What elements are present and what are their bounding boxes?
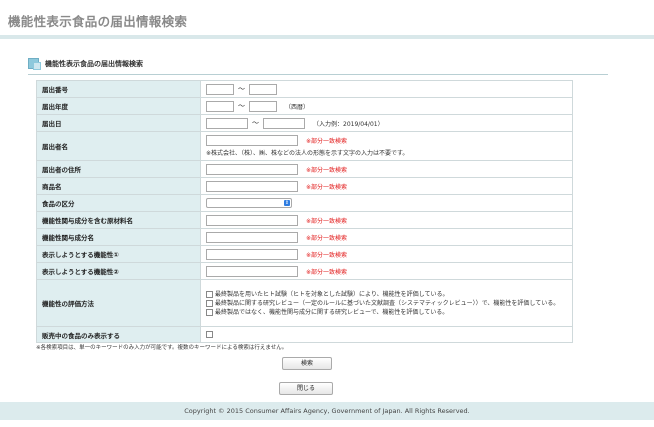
label-notification-date: 届出日 bbox=[36, 114, 201, 132]
range-tilde: 〜 bbox=[238, 85, 245, 93]
notifier-name-input[interactable] bbox=[206, 135, 298, 146]
label-ingredient-raw-material: 機能性関与成分を含む原材料名 bbox=[36, 211, 201, 229]
notifier-name-hint: ※株式会社、（株）、㈱、株などの法人の形態を示す文字の入力は不要です。 bbox=[206, 150, 409, 157]
partial-match-note: ※部分一致検索 bbox=[306, 217, 348, 225]
footer-copyright: Copyright © 2015 Consumer Affairs Agency… bbox=[0, 402, 654, 420]
notification-date-from-input[interactable] bbox=[206, 117, 248, 129]
section-heading-icon bbox=[28, 58, 41, 70]
row-functional-ingredient: 機能性関与成分名 ※部分一致検索 bbox=[36, 228, 573, 246]
search-button[interactable]: 検索 bbox=[282, 357, 332, 370]
row-product-name: 商品名 ※部分一致検索 bbox=[36, 177, 573, 195]
select-arrow-icon: ⇕ bbox=[284, 200, 290, 206]
title-divider bbox=[0, 35, 654, 39]
notification-year-from-input[interactable] bbox=[206, 100, 234, 112]
row-food-category: 食品の区分 ⇕ bbox=[36, 194, 573, 212]
label-evaluation-method: 機能性の評価方法 bbox=[36, 279, 201, 327]
row-notification-year: 届出年度 〜 （西暦） bbox=[36, 97, 573, 115]
year-note: （西暦） bbox=[285, 103, 310, 111]
partial-match-note: ※部分一致検索 bbox=[306, 234, 348, 242]
row-claimed-function-1: 表示しようとする機能性① ※部分一致検索 bbox=[36, 245, 573, 263]
notifier-address-input[interactable] bbox=[206, 163, 298, 175]
evaluation-checkbox-3[interactable] bbox=[206, 308, 213, 316]
row-on-sale-only: 販売中の食品のみ表示する bbox=[36, 326, 573, 343]
notification-number-from-input[interactable] bbox=[206, 83, 234, 95]
evaluation-checkbox-1[interactable] bbox=[206, 290, 213, 298]
label-functional-ingredient: 機能性関与成分名 bbox=[36, 228, 201, 246]
partial-match-note: ※部分一致検索 bbox=[306, 183, 348, 191]
section-title: 機能性表示食品の届出情報検索 bbox=[45, 60, 143, 68]
row-notifier-name: 届出者名 ※部分一致検索 ※株式会社、（株）、㈱、株などの法人の形態を示す文字の… bbox=[36, 131, 573, 161]
claimed-function-2-input[interactable] bbox=[206, 265, 298, 277]
on-sale-only-checkbox[interactable] bbox=[206, 331, 213, 338]
label-notifier-name: 届出者名 bbox=[36, 131, 201, 161]
row-evaluation-method: 機能性の評価方法 最終製品を用いたヒト試験（ヒトを対象とした試験）により、機能性… bbox=[36, 279, 573, 327]
row-ingredient-raw-material: 機能性関与成分を含む原材料名 ※部分一致検索 bbox=[36, 211, 573, 229]
partial-match-note: ※部分一致検索 bbox=[306, 138, 348, 145]
evaluation-option: 最終製品を用いたヒト試験（ヒトを対象とした試験）により、機能性を評価している。 bbox=[206, 290, 567, 299]
notification-year-to-input[interactable] bbox=[249, 100, 277, 112]
row-notification-date: 届出日 〜 （入力例：2019/04/01） bbox=[36, 114, 573, 132]
row-notifier-address: 届出者の住所 ※部分一致検索 bbox=[36, 160, 573, 178]
ingredient-raw-material-input[interactable] bbox=[206, 214, 298, 226]
label-notification-year: 届出年度 bbox=[36, 97, 201, 115]
range-tilde: 〜 bbox=[238, 102, 245, 110]
evaluation-option: 最終製品に関する研究レビュー（一定のルールに基づいた文献調査（システマティックレ… bbox=[206, 299, 567, 308]
functional-ingredient-input[interactable] bbox=[206, 231, 298, 243]
label-claimed-function-2: 表示しようとする機能性② bbox=[36, 262, 201, 280]
claimed-function-1-input[interactable] bbox=[206, 248, 298, 260]
label-notification-number: 届出番号 bbox=[36, 80, 201, 98]
label-food-category: 食品の区分 bbox=[36, 194, 201, 212]
label-on-sale-only: 販売中の食品のみ表示する bbox=[36, 326, 201, 343]
section-header: 機能性表示食品の届出情報検索 bbox=[28, 58, 608, 75]
notification-number-to-input[interactable] bbox=[249, 83, 277, 95]
partial-match-note: ※部分一致検索 bbox=[306, 268, 348, 276]
product-name-input[interactable] bbox=[206, 180, 298, 192]
label-claimed-function-1: 表示しようとする機能性① bbox=[36, 245, 201, 263]
page-title: 機能性表示食品の届出情報検索 bbox=[8, 14, 188, 29]
notification-date-to-input[interactable] bbox=[263, 117, 305, 129]
partial-match-note: ※部分一致検索 bbox=[306, 166, 348, 174]
search-footnote: ※各検索項目は、単一のキーワードのみ入力が可能です。複数のキーワードによる検索は… bbox=[36, 345, 288, 351]
date-example-note: （入力例：2019/04/01） bbox=[313, 120, 384, 128]
row-claimed-function-2: 表示しようとする機能性② ※部分一致検索 bbox=[36, 262, 573, 280]
search-form-table: 届出番号 〜 届出年度 〜（西暦） 届出日 〜（入力例：2019/04/01） … bbox=[36, 80, 573, 343]
label-product-name: 商品名 bbox=[36, 177, 201, 195]
evaluation-option: 最終製品ではなく、機能性関与成分に関する研究レビューで、機能性を評価している。 bbox=[206, 308, 567, 317]
food-category-select[interactable]: ⇕ bbox=[206, 198, 292, 208]
range-tilde: 〜 bbox=[252, 119, 259, 127]
row-notification-number: 届出番号 〜 bbox=[36, 80, 573, 98]
evaluation-checkbox-2[interactable] bbox=[206, 299, 213, 307]
label-notifier-address: 届出者の住所 bbox=[36, 160, 201, 178]
partial-match-note: ※部分一致検索 bbox=[306, 251, 348, 259]
close-button[interactable]: 閉じる bbox=[279, 382, 333, 395]
